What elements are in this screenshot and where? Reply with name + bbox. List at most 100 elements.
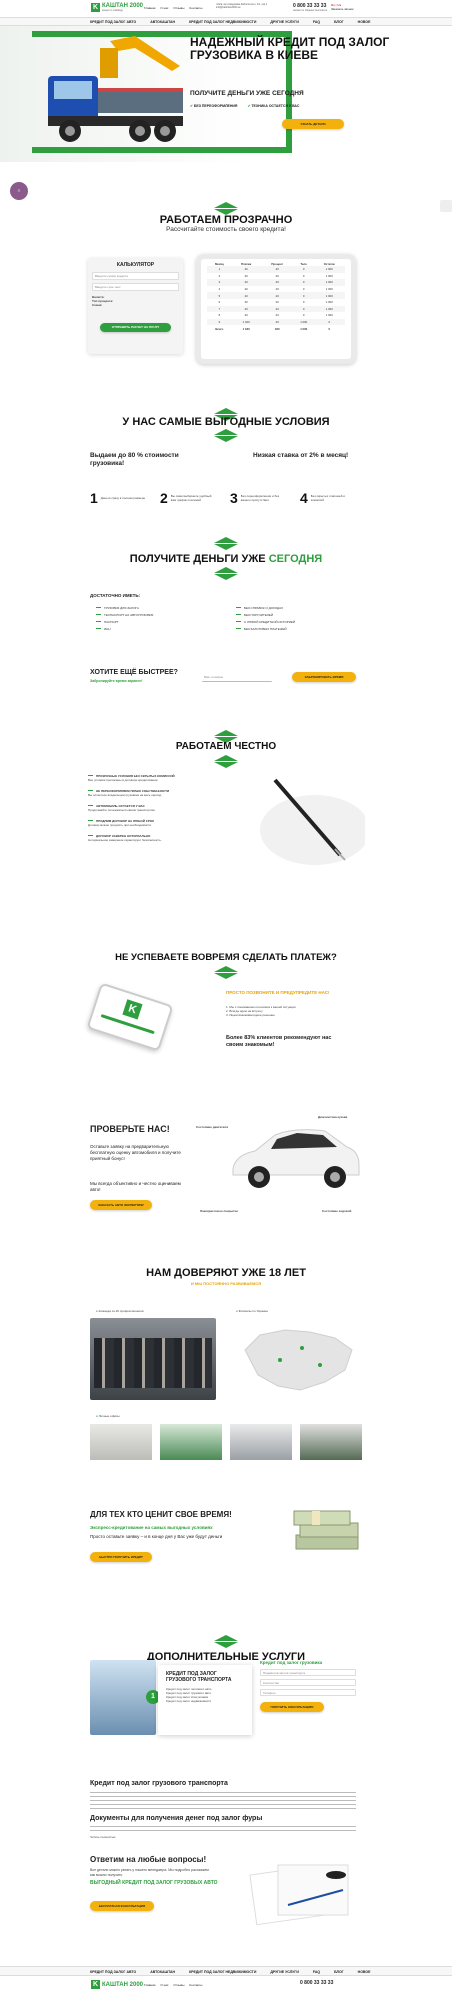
order-expertise-button[interactable]: ЗАКАЗАТЬ АВТО ЭКСПЕРТИЗУ [90,1200,152,1210]
form-field-phone[interactable]: Телефон [260,1689,356,1696]
top-link-reviews[interactable]: Отзывы [173,6,184,10]
table-cell: 1 000 [325,280,333,285]
phone-input[interactable]: Ваш телефон [202,674,272,682]
consult-button[interactable]: ПОЛУЧИТЬ КОНСУЛЬТАЦИЮ [260,1702,324,1712]
footer-nav-faq[interactable]: FAQ [313,1970,320,1974]
payment-table: Месяц Платеж Процент Тело Остаток 1 20 20 0… [207,262,345,332]
consult-form: Кредит под залог грузовика Предметов зал… [260,1660,356,1712]
recaptcha-icon [440,200,452,212]
table-cell: 20 [244,293,248,298]
office-photo[interactable] [90,1424,152,1460]
nav-faq[interactable]: FAQ [313,20,320,24]
article-heading-2: Документы для получения денег под залог … [90,1815,263,1822]
table-cell: 3 [218,280,221,285]
office-photos [90,1424,362,1460]
footer-nav-realty[interactable]: КРЕДИТ ПОД ЗАЛОГ НЕДВИЖИМОСТИ [189,1970,256,1974]
table-cell: 20 [244,267,248,272]
top-link-about[interactable]: О нас [160,6,168,10]
table-cell: 1 000 [325,306,333,311]
logo[interactable]: K КАШТАН 2000 кредит и ломбард [91,3,143,12]
top-link-home[interactable]: Главная [144,6,155,10]
footer-logo[interactable]: K КАШТАН 2000 [91,1980,143,1989]
footer-nav-blog[interactable]: БЛОГ [334,1970,344,1974]
doc-item: ПАСПОРТ [96,618,153,625]
hero-cta-button[interactable]: УЗНАТЬ ДЕТАЛИ [282,119,344,129]
footer-link-about[interactable]: О нас [160,1983,168,1987]
send-calc-button[interactable]: ОТПРАВИТЬ РАСЧЕТ НА ПОЧТУ [100,323,171,332]
dash-icon [236,628,241,629]
honest-item: НЕ ПЕРЕОФОРМЛЯЕМ ПРАВО СОБСТВЕННОСТИ Вы о… [88,788,238,797]
nav-car-loan[interactable]: КРЕДИТ ПОД ЗАЛОГ АВТО [90,20,136,24]
footer-nav-car-loan[interactable]: КРЕДИТ ПОД ЗАЛОГ АВТО [90,1970,136,1974]
table-cell: 8 [218,313,221,318]
ukraine-map [244,1329,353,1391]
hero-badges: ✔ БЕЗ ПЕРЕОФОРМЛЕНИЯ ✔ ТЕХНИКА ОСТАЕТСЯ … [190,104,299,108]
honest-item: ПРОДЛИМ ДОГОВОР НА ЛЮБОЙ СРОК Договор мож… [88,818,238,827]
top-link-contacts[interactable]: Контакты [189,6,202,10]
email[interactable]: info@kashtan2000.ua [216,6,286,9]
read-more-link[interactable]: Читать полностью [90,1835,115,1839]
callback-link[interactable]: Заказать звонок [331,7,353,11]
doc-item-text: ИНН [104,626,111,631]
honest-item: ПРОЗРАЧНЫЕ УСЛОВИЯ БЕЗ СКРЫТЫХ КОМИССИЙ В… [88,773,238,782]
nav-new[interactable]: НОВОЕ [358,20,371,24]
doc-item-text: С ЛЮБОЙ КРЕДИТНОЙ ИСТОРИЕЙ [244,619,296,624]
calc-title: КАЛЬКУЛЯТОР [116,262,155,268]
footer-link-home[interactable]: Главная [144,1983,155,1987]
chat-widget-icon[interactable]: ☰ [10,182,28,200]
table-cell: 1 180 [242,326,250,331]
footer-phone[interactable]: 0 800 33 33 33 [300,1980,333,1986]
office-photo[interactable] [160,1424,222,1460]
table-cell: 0 [302,306,305,311]
footer-link-reviews[interactable]: Отзывы [173,1983,184,1987]
form-field-quantity[interactable]: Количество [260,1679,356,1686]
extra-title: ДОПОЛНИТЕЛЬНЫЕ УСЛУГИ [146,1651,306,1663]
service-card: КРЕДИТ ПОД ЗАЛОГ ГРУЗОВОГО ТРАНСПОРТА Кр… [158,1665,252,1735]
footer-nav-autokashtan[interactable]: АВТОКАШТАН [150,1970,175,1974]
check-text-2: Мы всегда объективно и честно оцениваем … [90,1181,181,1192]
nav-blog[interactable]: БЛОГ [334,20,344,24]
doc-item: БЕЗ ЗАЛОГОВЫХ ПЛАТЕЖЕЙ [236,625,295,632]
dash-icon [236,621,241,622]
table-cell: 20 [275,280,279,285]
free-consult-button[interactable]: БЕСПЛАТНАЯ КОНСУЛЬТАЦИЯ [90,1901,154,1911]
label-chassis: Состояние ходовой [322,1209,352,1213]
loan-term-input[interactable]: Введите срок, мес [92,283,179,291]
table-cell: 20 [275,300,279,305]
phone-image: K [86,982,174,1052]
footer-nav-new[interactable]: НОВОЕ [358,1970,371,1974]
header-phone[interactable]: 0 800 33 33 33 звонки по Украине бесплат… [293,3,327,12]
footer-nav-other[interactable]: ДРУГИЕ УСЛУГИ [270,1970,299,1974]
calculator: КАЛЬКУЛЯТОР Введите сумму кредита Введит… [88,258,183,354]
fast-credit-button[interactable]: БЫСТРО ПОЛУЧИТЬ КРЕДИТ [90,1552,152,1562]
book-time-button[interactable]: ЗАБРОНИРОВАТЬ ВРЕМЯ [292,672,356,682]
answer-green: ВЫГОДНЫЙ КРЕДИТ ПОД ЗАЛОГ ГРУЗОВЫХ АВТО [90,1880,218,1886]
table-row: 5 20 20 0 1 000 [207,292,345,299]
nav-autokashtan[interactable]: АВТОКАШТАН [150,20,175,24]
truck-image [48,36,183,142]
office-photo[interactable] [300,1424,362,1460]
header-right: Ru | Ua Заказать звонок [331,3,353,11]
late-head: ПРОСТО ПОЗВОНИТЕ И ПРЕДУПРЕДИТЕ НАС! [226,990,330,995]
condition-step: 3 Без переоформления и без вашего присутс… [230,490,286,506]
section-chevron [214,428,238,442]
trust-sub: И МЫ ПОСТОЯННО РАЗВИВАЕМСЯ [190,1281,262,1286]
loan-amount-input[interactable]: Введите сумму кредита [92,272,179,280]
footer-link-contacts[interactable]: Контакты [189,1983,202,1987]
transparent-title: РАБОТАЕМ ПРОЗРАЧНО [159,214,293,226]
service-line[interactable]: Кредит под залог недвижимости [166,1699,244,1703]
header-contacts: г.Київ, вул.Академіка Заболотного, 2/1, … [216,3,286,9]
nav-realty-loan[interactable]: КРЕДИТ ПОД ЗАЛОГ НЕДВИЖИМОСТИ [189,20,256,24]
footer-logo-name: КАШТАН 2000 [102,1981,143,1988]
office-photo[interactable] [230,1424,292,1460]
nav-other[interactable]: ДРУГИЕ УСЛУГИ [270,20,299,24]
badge-no-reregister: ✔ БЕЗ ПЕРЕОФОРМЛЕНИЯ [190,104,238,108]
page: K КАШТАН 2000 кредит и ломбард Главная О … [0,0,452,1996]
form-field-collateral[interactable]: Предметов залога транспорта [260,1669,356,1676]
table-cell: 20 [275,313,279,318]
section-chevron [214,1635,238,1649]
honest-item-text: Нотариальное заверение гарантирует безоп… [88,838,162,842]
docs-title: ПОЛУЧИТЕ ДЕНЬГИ УЖЕ СЕГОДНЯ [129,553,323,565]
time-sub: Экспресс-кредитование на самых выгодных … [90,1525,213,1530]
late-stat: Более 83% клиентов рекомендуют нас своим… [226,1035,332,1048]
